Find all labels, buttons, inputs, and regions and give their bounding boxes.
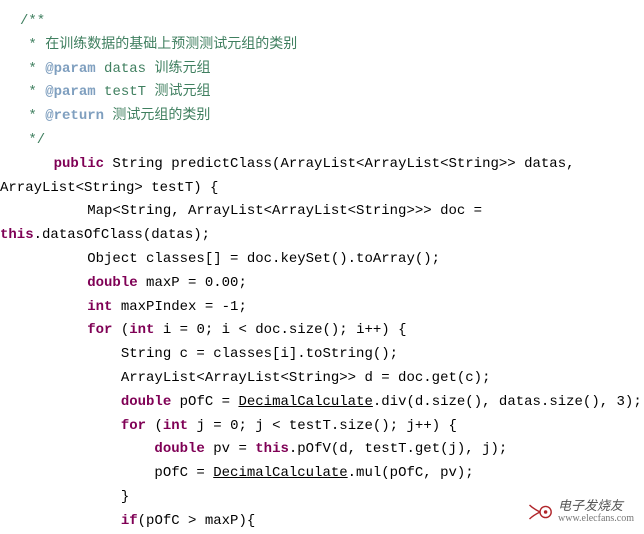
mul-call: .mul(pOfC, pv); (348, 465, 474, 481)
classes-array-decl: Object classes[] = doc.keySet().toArray(… (20, 251, 440, 267)
kw-int: int (87, 299, 112, 315)
kw-double: double (121, 394, 171, 410)
kw-public: public (20, 156, 104, 172)
inner-for-close: } (20, 489, 129, 505)
maxpindex-decl: maxPIndex = -1; (112, 299, 246, 315)
map-decl-line1: Map<String, ArrayList<ArrayList<String>>… (20, 203, 482, 219)
watermark-text: 电子发烧友 www.elecfans.com (558, 499, 634, 524)
arraylist-d-decl: ArrayList<ArrayList<String>> d = doc.get… (20, 370, 490, 386)
for-open: ( (146, 418, 163, 434)
for-open: ( (112, 322, 129, 338)
div-call: .div(d.size(), datas.size(), 3); (373, 394, 642, 410)
comment-line3-prefix: * (20, 84, 45, 100)
kw-for: for (87, 322, 112, 338)
string-c-decl: String c = classes[i].toString(); (20, 346, 398, 362)
indent (20, 322, 87, 338)
method-sig-line2: ArrayList<String> testT) { (0, 180, 218, 196)
indent (20, 394, 121, 410)
pv-eq: pv = (205, 441, 255, 457)
indent (20, 299, 87, 315)
kw-if: if (121, 513, 138, 529)
indent (20, 513, 121, 529)
kw-this: this (255, 441, 289, 457)
method-sig-line1: String predictClass(ArrayList<ArrayList<… (104, 156, 574, 172)
elecfans-logo-icon (526, 498, 554, 526)
decimalcalculate-ref: DecimalCalculate (213, 465, 347, 481)
comment-line1-text: 在训练数据的基础上预测测试元组的类别 (45, 37, 297, 53)
javadoc-param-tag: @param (45, 61, 95, 77)
map-decl-line2: .datasOfClass(datas); (34, 227, 210, 243)
watermark-cn: 电子发烧友 (558, 499, 634, 513)
pofv-call: .pOfV(d, testT.get(j), j); (289, 441, 507, 457)
comment-line2-prefix: * (20, 61, 45, 77)
maxp-decl: maxP = 0.00; (138, 275, 247, 291)
watermark-url: www.elecfans.com (558, 513, 634, 524)
indent (20, 275, 87, 291)
comment-line1-prefix: * (20, 37, 45, 53)
kw-int: int (163, 418, 188, 434)
indent (20, 418, 121, 434)
kw-double: double (87, 275, 137, 291)
kw-this: this (0, 227, 34, 243)
comment-open: /** (20, 13, 45, 29)
javadoc-param-tag: @param (45, 84, 95, 100)
if-cond: (pOfC > maxP){ (138, 513, 256, 529)
pofc-eq: pOfC = (171, 394, 238, 410)
comment-close: */ (20, 132, 45, 148)
comment-line4-rest: 测试元组的类别 (104, 108, 210, 124)
kw-for: for (121, 418, 146, 434)
kw-int: int (129, 322, 154, 338)
comment-line2-rest: datas 训练元组 (96, 61, 211, 77)
comment-line3-rest: testT 测试元组 (96, 84, 211, 100)
indent (20, 441, 154, 457)
for-cond: j = 0; j < testT.size(); j++) { (188, 418, 457, 434)
pofc-assign: pOfC = (20, 465, 213, 481)
watermark-footer: 电子发烧友 www.elecfans.com (526, 498, 634, 526)
for-cond: i = 0; i < doc.size(); i++) { (154, 322, 406, 338)
comment-line4-prefix: * (20, 108, 45, 124)
decimalcalculate-ref: DecimalCalculate (238, 394, 372, 410)
javadoc-return-tag: @return (45, 108, 104, 124)
kw-double: double (154, 441, 204, 457)
